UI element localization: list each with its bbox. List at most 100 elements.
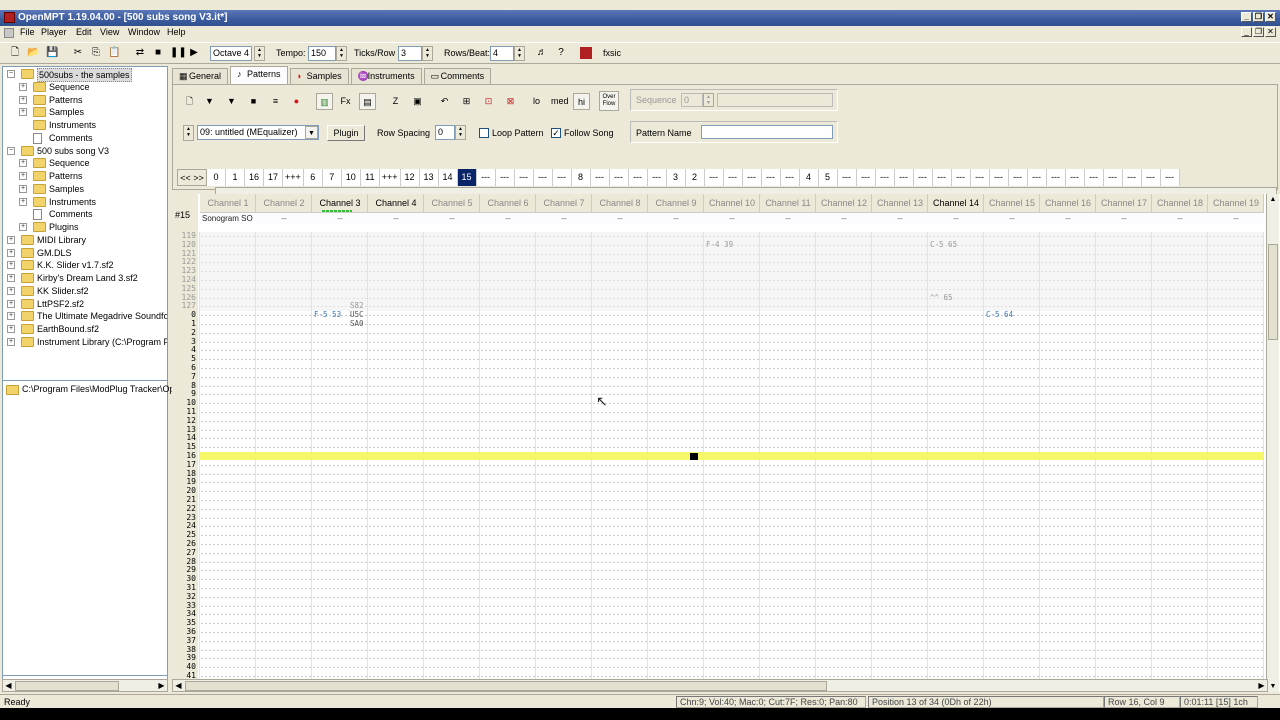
pattern-row[interactable] [200,566,1264,576]
note-cell[interactable]: F-5 53 [314,310,341,320]
order-item[interactable]: --- [590,169,610,186]
title-bar[interactable]: OpenMPT 1.19.04.00 - [500 subs song V3.i… [0,10,1280,26]
scroll-left-icon[interactable]: ◀ [3,680,14,691]
channel-manager-icon[interactable]: ▣ [409,93,426,110]
channel-header[interactable]: Channel 7 -- [536,194,592,224]
scroll-up-icon[interactable]: ▲ [1267,194,1279,205]
order-item[interactable]: --- [1008,169,1028,186]
order-item[interactable]: --- [989,169,1009,186]
restore-button[interactable]: ❐ [1253,12,1264,22]
pattern-row[interactable] [200,399,1264,408]
pattern-row[interactable] [200,575,1264,584]
channel-plugin[interactable]: -- [480,212,536,224]
pattern-row[interactable] [200,258,1264,268]
channel-plugin[interactable]: -- [1152,212,1208,224]
expand-icon[interactable]: + [7,261,15,270]
pattern-editor[interactable]: #15 Channel 1 Sonogram SO Channel 2 -- Chann… [172,194,1280,692]
pattern-row[interactable] [200,460,1264,470]
order-item[interactable]: +++ [379,169,401,186]
row-spacing-spinner[interactable]: ▲ ▼ [455,125,466,140]
order-item[interactable]: --- [913,169,933,186]
rows-beat-spinner[interactable]: ▲ ▼ [514,46,525,61]
order-item[interactable]: --- [1103,169,1123,186]
mixdown-icon[interactable]: ⇄ [134,47,146,59]
channel-plugin[interactable]: -- [872,212,928,224]
channel-header[interactable]: Channel 15 -- [984,194,1040,224]
order-list[interactable]: << >> 0 1 16 17 +++ 6 7 10 11 +++ 12 13 14 15 --- --- ---… [177,169,1180,186]
scroll-thumb[interactable] [185,681,827,691]
channel-header[interactable]: Channel 9 -- [648,194,704,224]
order-item[interactable]: 6 [303,169,323,186]
channel-plugin[interactable]: -- [1040,212,1096,224]
sequence-spinner[interactable]: ▲ ▼ [703,93,714,107]
lo-quality-button[interactable]: lo [528,93,545,110]
pattern-row[interactable] [200,469,1264,479]
expand-icon[interactable]: + [7,248,15,257]
tree-node[interactable]: −500subs - the samples [3,68,167,82]
tempo-spinner[interactable]: ▲ ▼ [336,46,347,61]
tree-node[interactable]: Comments [3,132,167,144]
pattern-spinner[interactable]: ▲ ▼ [183,125,194,141]
scroll-right-icon[interactable]: ▶ [156,680,167,691]
stop-icon[interactable]: ■ [152,47,164,59]
pattern-row[interactable] [200,372,1264,382]
tree-node[interactable]: + Samples [3,183,167,195]
loop-pattern-label[interactable]: Loop Pattern [492,128,544,138]
new-file-icon[interactable]: 🗋 [9,47,21,59]
zoom-icon[interactable]: Z [387,93,404,110]
collapse-icon[interactable]: − [7,70,15,78]
pattern-row[interactable] [200,443,1264,452]
shrink-icon[interactable]: ⊡ [480,93,497,110]
order-item[interactable]: --- [1122,169,1142,186]
order-item[interactable]: --- [932,169,952,186]
tree-node[interactable]: + Patterns [3,94,167,106]
order-item[interactable]: --- [875,169,895,186]
loop-pattern-checkbox[interactable] [479,128,489,138]
tab-patterns[interactable]: ♪ Patterns [230,66,288,84]
new-pattern-icon[interactable]: 🗋 [181,93,198,110]
pattern-row[interactable] [200,487,1264,496]
order-item[interactable]: --- [1027,169,1047,186]
channel-plugin[interactable]: -- [816,212,872,224]
tree-node[interactable]: + GM.DLS [3,247,167,259]
pattern-row[interactable] [200,276,1264,285]
channel-plugin[interactable]: -- [984,212,1040,224]
order-item[interactable]: 5 [818,169,838,186]
app-icon[interactable] [4,12,15,23]
order-item[interactable]: --- [514,169,534,186]
channel-header[interactable]: Channel 6 -- [480,194,536,224]
order-nav-button[interactable]: << >> [177,169,207,186]
pattern-row[interactable] [200,425,1264,435]
channel-header[interactable]: Channel 16 -- [1040,194,1096,224]
pattern-name-input[interactable] [701,125,833,139]
channel-plugin[interactable]: -- [1096,212,1152,224]
order-item[interactable]: --- [951,169,971,186]
channel-header[interactable]: Channel 18 -- [1152,194,1208,224]
pattern-row[interactable] [200,645,1264,655]
channel-plugin[interactable]: -- [648,212,704,224]
octave-select[interactable]: Octave 4 [210,46,252,61]
pattern-row[interactable] [200,531,1264,540]
tree-node[interactable]: Instruments [3,119,167,131]
pattern-row[interactable] [200,355,1264,364]
ticks-row-spinner[interactable]: ▲ ▼ [422,46,433,61]
menu-file[interactable]: File [20,27,35,37]
expand-icon[interactable]: + [19,108,27,117]
pattern-row[interactable] [200,434,1264,444]
tab-samples[interactable]: ◗ Samples [289,68,349,84]
arrow-down-icon[interactable]: ▼ [201,93,218,110]
mdi-restore-button[interactable]: ❐ [1253,27,1264,37]
pattern-row[interactable] [200,504,1264,514]
order-item[interactable]: --- [894,169,914,186]
tree-node[interactable]: + EarthBound.sf2 [3,323,167,335]
menu-window[interactable]: Window [128,27,160,37]
pattern-row[interactable] [200,540,1264,549]
overflow-button[interactable]: Over Flow [599,91,619,111]
order-item[interactable]: --- [552,169,572,186]
order-item[interactable]: --- [723,169,743,186]
play-icon[interactable]: ▶ [188,47,200,59]
menu-view[interactable]: View [100,27,119,37]
scroll-left-icon[interactable]: ◀ [173,680,184,691]
note-cell[interactable]: C-5 64 [986,310,1013,320]
pattern-row[interactable] [200,636,1264,646]
